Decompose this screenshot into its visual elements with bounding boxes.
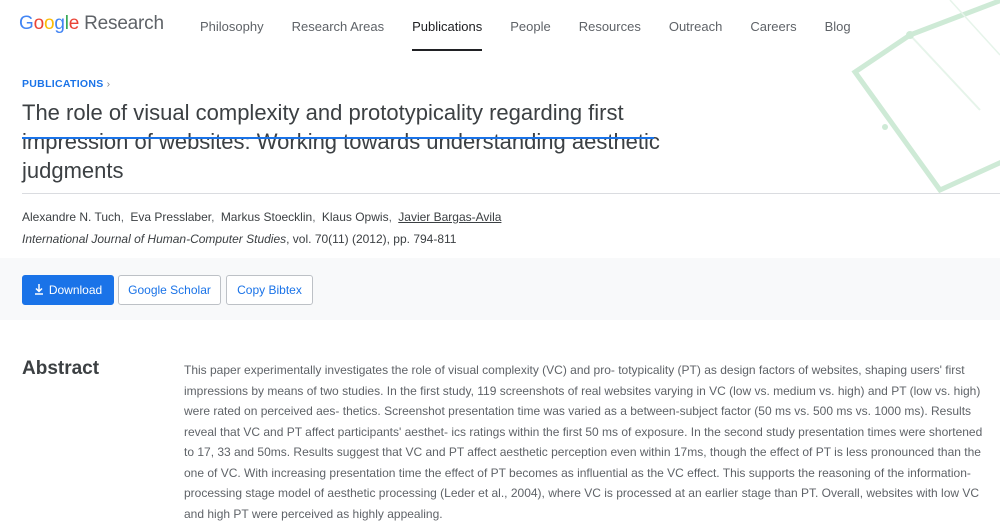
author-name: Alexandre N. Tuch [22, 210, 121, 224]
nav-item-publications[interactable]: Publications [398, 0, 496, 56]
author-name: Eva Presslaber [130, 210, 212, 224]
copy-bibtex-button[interactable]: Copy Bibtex [226, 275, 313, 305]
decorative-shapes [851, 0, 1000, 194]
author-name: Klaus Opwis [321, 210, 389, 224]
title-accent-line [22, 137, 654, 139]
main-nav: Philosophy Research Areas Publications P… [186, 0, 865, 56]
breadcrumb-publications-link[interactable]: PUBLICATIONS [22, 78, 104, 90]
deco-dot [906, 31, 914, 39]
nav-item-people[interactable]: People [496, 0, 564, 56]
download-label: Download [48, 283, 103, 297]
deco-line [909, 34, 981, 111]
abstract-heading: Abstract [22, 358, 100, 379]
nav-item-outreach[interactable]: Outreach [655, 0, 736, 56]
author-separator: , [120, 210, 125, 224]
nav-item-resources[interactable]: Resources [565, 0, 655, 56]
author-separator: , [388, 210, 392, 224]
download-icon [34, 284, 43, 296]
download-button[interactable]: Download [22, 275, 114, 305]
breadcrumb-chevron-icon: › [106, 78, 111, 90]
author-separator: , [312, 210, 316, 224]
citation-details: , vol. 70(11) (2012), pp. 794-811 [286, 232, 457, 246]
logo-letter: G [19, 13, 34, 34]
author-list: Alexandre N. Tuch, Eva Presslaber, Marku… [22, 210, 501, 224]
deco-polygon [851, 0, 1000, 194]
author-name: Markus Stoecklin [220, 210, 313, 224]
logo-letter: o [33, 13, 45, 34]
publication-venue: International Journal of Human-Computer … [22, 232, 456, 246]
logo-research-text: Research [84, 13, 164, 34]
author-separator: , [211, 210, 215, 224]
journal-name: International Journal of Human-Computer … [22, 232, 287, 246]
nav-item-philosophy[interactable]: Philosophy [186, 0, 278, 56]
logo-letter: o [43, 13, 55, 34]
page-title: The role of visual complexity and protot… [22, 100, 660, 183]
actions-bar: Download Google Scholar Copy Bibtex [0, 258, 1000, 320]
nav-item-careers[interactable]: Careers [736, 0, 810, 56]
logo-letter: e [68, 13, 80, 34]
google-scholar-button[interactable]: Google Scholar [118, 275, 221, 305]
abstract-text: This paper experimentally investigates t… [184, 363, 983, 521]
deco-dot [882, 124, 888, 130]
author-link[interactable]: Javier Bargas-Avila [398, 210, 501, 224]
logo-letter: g [54, 13, 65, 34]
breadcrumb: PUBLICATIONS › [22, 78, 110, 90]
nav-item-research-areas[interactable]: Research Areas [278, 0, 399, 56]
title-divider [22, 193, 1000, 194]
google-research-logo[interactable]: Google Research [19, 13, 164, 35]
